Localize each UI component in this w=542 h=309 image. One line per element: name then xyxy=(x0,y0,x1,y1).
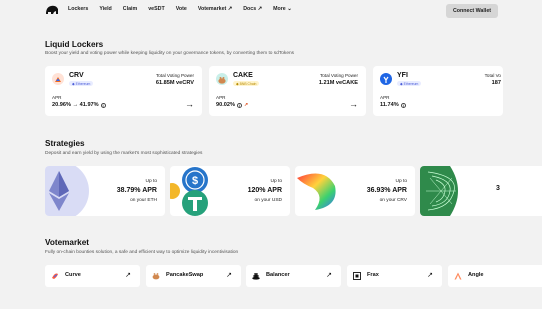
nav-yield[interactable]: Yield xyxy=(99,6,111,12)
frax-icon xyxy=(353,272,361,280)
token-name: CAKE xyxy=(233,72,253,79)
apr-value: 90.02% i ↗ xyxy=(216,102,249,108)
votemarket-item-balancer[interactable]: Balancer ↗ xyxy=(246,265,341,287)
tvp-value: 187 xyxy=(491,80,501,86)
protocol-name: PancakeSwap xyxy=(166,272,204,278)
tvp-label: Total Vo xyxy=(484,73,501,78)
votemarket-subtitle: Fully on-chain bounties solution, a safe… xyxy=(45,250,239,255)
token-name: CRV xyxy=(69,72,84,79)
votemarket-item-curve[interactable]: Curve ↗ xyxy=(45,265,140,287)
upto-label: Up to xyxy=(145,179,157,184)
pancakeswap-icon xyxy=(152,273,160,280)
chain-badge: ◆ Ethereum xyxy=(397,81,422,86)
tvp-value: 61.85M veCRV xyxy=(155,80,194,86)
info-icon[interactable]: i xyxy=(400,102,406,108)
apr-label: APR xyxy=(216,95,226,100)
ethereum-icon: ◆ xyxy=(72,81,75,86)
tvp-label: Total Voting Power xyxy=(155,73,194,78)
token-name: YFI xyxy=(397,72,408,79)
strategy-apr: 36.93% APR xyxy=(366,187,407,194)
external-link-icon[interactable]: ↗ xyxy=(226,271,232,279)
strategy-asset: on your USD xyxy=(254,198,282,203)
chain-badge: ◆ Ethereum xyxy=(69,81,94,86)
strategy-asset: on your ETH xyxy=(130,198,157,203)
apr-label: APR xyxy=(52,95,62,100)
info-icon[interactable]: i xyxy=(236,102,242,108)
upto-label: Up to xyxy=(270,179,282,184)
nav-lockers[interactable]: Lockers xyxy=(68,6,88,12)
locker-card-crv[interactable]: CRV ◆ Ethereum Total Voting Power 61.85M … xyxy=(45,66,202,116)
locker-card-yfi[interactable]: YFI ◆ Ethereum Total Vo 187 APR 11.74% i xyxy=(373,66,503,116)
external-link-icon[interactable]: ↗ xyxy=(427,271,433,279)
top-nav: Lockers Yield Claim veSDT Vote Votemarke… xyxy=(0,0,542,22)
external-link-icon[interactable]: ↗ xyxy=(326,271,332,279)
upto-label: Up to xyxy=(395,179,407,184)
ethereum-icon xyxy=(45,166,89,216)
lockers-subtitle: Boost your yield and voting power while … xyxy=(45,51,295,56)
votemarket-item-pancakeswap[interactable]: PancakeSwap ↗ xyxy=(146,265,241,287)
strategy-card-usd[interactable]: $ Up to 120% APR on your USD xyxy=(170,166,290,216)
curve-icon xyxy=(52,273,58,279)
stakedao-logo-icon[interactable] xyxy=(45,4,59,16)
stablecoin-icon: $ xyxy=(170,167,208,216)
balancer-icon xyxy=(252,273,260,280)
protocol-name: Frax xyxy=(367,272,379,278)
nav-vesdt[interactable]: veSDT xyxy=(148,6,165,12)
yfi-token-icon xyxy=(380,73,392,85)
external-link-icon[interactable]: ↗ xyxy=(125,271,131,279)
cake-token-icon xyxy=(216,73,228,85)
strategy-apr: 3 xyxy=(496,185,500,192)
lockers-title: Liquid Lockers xyxy=(45,40,104,49)
strategies-title: Strategies xyxy=(45,139,85,148)
votemarket-item-frax[interactable]: Frax ↗ xyxy=(347,265,442,287)
strategy-asset: on your CRV xyxy=(379,198,407,203)
arrow-right-icon[interactable]: → xyxy=(185,99,194,109)
strategy-apr: 120% APR xyxy=(247,187,282,194)
strategy-apr: 38.79% APR xyxy=(116,187,157,194)
bnb-icon: ◆ xyxy=(236,81,239,86)
votemarket-title: Votemarket xyxy=(45,238,89,247)
nav-links: Lockers Yield Claim veSDT Vote Votemarke… xyxy=(68,6,303,12)
ethereum-icon: ◆ xyxy=(400,81,403,86)
apr-value: 20.96% → 41.97% i xyxy=(52,102,106,108)
strategy-card-crv[interactable]: Up to 36.93% APR on your CRV xyxy=(295,166,415,216)
nav-docs[interactable]: Docs ↗ xyxy=(243,6,262,12)
crv-token-icon xyxy=(52,73,64,85)
chain-badge: ◆ BNB Chain xyxy=(233,81,260,86)
nav-votemarket[interactable]: Votemarket ↗ xyxy=(198,6,232,12)
protocol-name: Angle xyxy=(468,272,484,278)
locker-card-cake[interactable]: CAKE ◆ BNB Chain Total Voting Power 1.21M… xyxy=(209,66,366,116)
nav-claim[interactable]: Claim xyxy=(123,6,137,12)
info-icon[interactable]: i xyxy=(100,102,106,108)
nav-more[interactable]: More ⌄ xyxy=(273,6,292,12)
arrow-right-icon[interactable]: → xyxy=(349,99,358,109)
connect-wallet-button[interactable]: Connect Wallet xyxy=(446,4,498,18)
curve-swirl-icon xyxy=(297,173,336,210)
apr-value: 11.74% i xyxy=(380,102,406,108)
strategies-subtitle: Deposit and earn yield by using the mark… xyxy=(45,151,203,156)
angle-icon xyxy=(454,272,462,280)
nav-vote[interactable]: Vote xyxy=(176,6,187,12)
protocol-name: Curve xyxy=(65,272,81,278)
protocol-name: Balancer xyxy=(266,272,290,278)
svg-text:$: $ xyxy=(192,175,198,187)
strategy-card-partial[interactable]: 3 xyxy=(420,166,542,216)
tvp-value: 1.21M veCAKE xyxy=(318,80,358,86)
tvp-label: Total Voting Power xyxy=(319,73,358,78)
frax-wireframe-icon xyxy=(420,166,458,216)
boost-icon: ↗ xyxy=(243,102,249,108)
page: Lockers Yield Claim veSDT Vote Votemarke… xyxy=(0,0,542,309)
strategy-card-eth[interactable]: Up to 38.79% APR on your ETH xyxy=(45,166,165,216)
votemarket-item-angle[interactable]: Angle xyxy=(448,265,542,287)
apr-label: APR xyxy=(380,95,390,100)
